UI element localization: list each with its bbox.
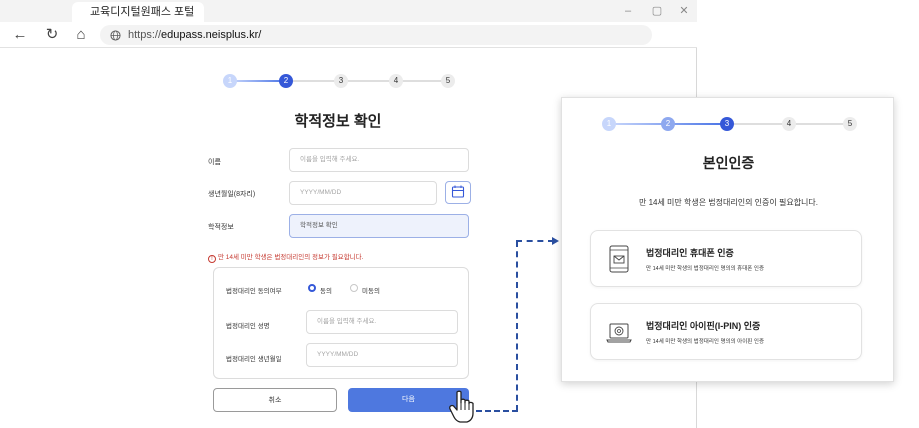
panel-step-1: 1	[602, 117, 616, 131]
consent-disagree-label: 미동의	[362, 288, 380, 295]
connector-bottom	[476, 410, 518, 412]
panel-stepper: 1 2 3 4 5	[602, 117, 857, 131]
identity-verification-panel: 1 2 3 4 5 본인인증 만 14세 미만 학생은 법정대리인의 인증이 필…	[561, 97, 894, 382]
name-input[interactable]: 이름을 입력해 주세요.	[289, 148, 469, 172]
url-host: edupass.neisplus.kr/	[161, 29, 262, 41]
warning-icon: !	[208, 255, 216, 263]
guardian-birth-label: 법정대리인 생년월일	[226, 356, 282, 363]
tab-title: 교육디지털원패스 포털	[90, 6, 195, 18]
guardian-warning: ! 만 14세 미만 학생은 법정대리인의 정보가 필요합니다.	[208, 251, 363, 263]
phone-auth-title: 법정대리인 휴대폰 인증	[646, 248, 734, 258]
step-5: 5	[441, 74, 455, 88]
phone-auth-desc: 만 14세 미만 학생의 법정대리인 명의의 휴대폰 인증	[646, 266, 765, 272]
birth-input[interactable]: YYYY/MM/DD	[289, 181, 437, 205]
school-info-input[interactable]: 학적정보 확인	[289, 214, 469, 238]
restore-button[interactable]: ▢	[650, 4, 664, 18]
connector-arrow-icon	[552, 237, 559, 245]
ipin-auth-title: 법정대리인 아이핀(I-PIN) 인증	[646, 321, 761, 331]
form-stepper: 1 2 3 4 5	[223, 74, 455, 88]
guardian-name-input[interactable]: 이름을 입력해 주세요.	[306, 310, 458, 334]
name-label: 이름	[208, 159, 221, 166]
guardian-section: 법정대리인 동의여부 동의 미동의 법정대리인 성명 이름을 입력해 주세요. …	[213, 267, 469, 379]
title-bar: 교육디지털원패스 포털 – ▢ ✕	[0, 0, 697, 22]
minimize-button[interactable]: –	[621, 4, 635, 18]
home-icon[interactable]: ⌂	[71, 25, 91, 45]
panel-step-2: 2	[661, 117, 675, 131]
refresh-icon[interactable]: ↻	[42, 25, 62, 45]
step-1: 1	[223, 74, 237, 88]
panel-step-4: 4	[782, 117, 796, 131]
panel-title: 본인인증	[702, 155, 755, 171]
panel-step-5: 5	[843, 117, 857, 131]
calendar-icon	[451, 185, 465, 198]
consent-agree-label: 동의	[320, 288, 332, 295]
stepper-line-pending	[286, 80, 448, 82]
connector-vertical	[516, 241, 518, 411]
birth-label: 생년월일(8자리)	[208, 191, 256, 198]
cancel-button[interactable]: 취소	[213, 388, 337, 412]
step-2: 2	[279, 74, 293, 88]
globe-icon	[110, 25, 121, 48]
panel-step-3: 3	[720, 117, 734, 131]
consent-agree-radio[interactable]	[308, 284, 316, 292]
calendar-button[interactable]	[445, 181, 471, 204]
hand-pointer-icon	[449, 390, 474, 423]
address-bar[interactable]: https://edupass.neisplus.kr/	[100, 25, 652, 45]
url-scheme: https://	[128, 29, 162, 41]
stepper-line-done	[230, 80, 286, 82]
form-title: 학적정보 확인	[294, 113, 382, 130]
browser-tab[interactable]: 교육디지털원패스 포털	[72, 2, 204, 22]
guardian-consent-label: 법정대리인 동의여부	[226, 288, 282, 295]
guardian-name-label: 법정대리인 성명	[226, 323, 270, 330]
mobile-phone-icon	[609, 245, 629, 273]
browser-toolbar: ← ↻ ⌂ https://edupass.neisplus.kr/	[0, 22, 697, 48]
consent-disagree-radio[interactable]	[350, 284, 358, 292]
school-label: 학적정보	[208, 224, 234, 231]
step-4: 4	[389, 74, 403, 88]
guardian-birth-input[interactable]: YYYY/MM/DD	[306, 343, 458, 367]
warning-text: 만 14세 미만 학생은 법정대리인의 정보가 필요합니다.	[218, 254, 364, 261]
panel-subtitle: 만 14세 미만 학생은 법정대리인의 인증이 필요합니다.	[638, 198, 818, 207]
step-3: 3	[334, 74, 348, 88]
back-arrow-icon[interactable]: ←	[10, 25, 30, 45]
phone-auth-option[interactable]: 법정대리인 휴대폰 인증 만 14세 미만 학생의 법정대리인 명의의 휴대폰 …	[590, 230, 862, 287]
ipin-auth-option[interactable]: 법정대리인 아이핀(I-PIN) 인증 만 14세 미만 학생의 법정대리인 명…	[590, 303, 862, 360]
laptop-ipin-icon	[606, 323, 632, 343]
close-window-button[interactable]: ✕	[677, 4, 691, 18]
connector-top	[516, 240, 554, 242]
ipin-auth-desc: 만 14세 미만 학생의 법정대리인 명의의 아이핀 인증	[646, 339, 765, 345]
